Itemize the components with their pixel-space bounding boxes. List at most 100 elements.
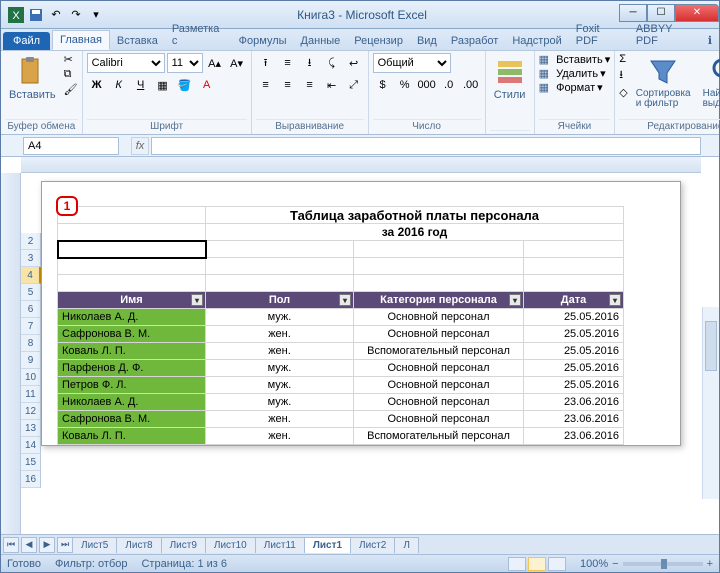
close-button[interactable]: ✕	[675, 4, 719, 22]
cell[interactable]: Категория персонала▾	[354, 292, 524, 309]
view-page-break-icon[interactable]	[548, 557, 566, 571]
cell[interactable]	[58, 258, 206, 275]
maximize-button[interactable]: ☐	[647, 4, 675, 22]
cell[interactable]: 25.05.2016	[524, 309, 624, 326]
fill-color-icon[interactable]: 🪣	[175, 75, 195, 95]
zoom-slider[interactable]	[623, 562, 703, 566]
sheet-tab[interactable]: Лист11	[255, 537, 305, 553]
filter-icon[interactable]: ▾	[339, 294, 351, 306]
filter-icon[interactable]: ▾	[609, 294, 621, 306]
view-normal-icon[interactable]	[508, 557, 526, 571]
vertical-scrollbar[interactable]	[702, 307, 719, 499]
cell[interactable]	[524, 241, 624, 258]
cell[interactable]: Николаев А. Д.	[58, 309, 206, 326]
sheet-tab[interactable]: Лист2	[350, 537, 395, 553]
zoom-control[interactable]: 100% − +	[580, 558, 713, 570]
cell[interactable]: Основной персонал	[354, 394, 524, 411]
sheet-tab[interactable]: Лист5	[72, 537, 117, 553]
ribbon-tab[interactable]: Формулы	[232, 32, 294, 50]
filter-icon[interactable]: ▾	[509, 294, 521, 306]
cell[interactable]: Пол▾	[206, 292, 354, 309]
bold-icon[interactable]: Ж	[87, 75, 107, 95]
row-header[interactable]: 13	[21, 420, 41, 437]
sheet-tab[interactable]: Лист10	[205, 537, 256, 553]
cell[interactable]: муж.	[206, 377, 354, 394]
cell[interactable]	[206, 258, 354, 275]
cell[interactable]	[524, 275, 624, 292]
cell[interactable]: Основной персонал	[354, 377, 524, 394]
find-select-button[interactable]: Найти и выделить	[699, 53, 720, 111]
cell[interactable]	[524, 258, 624, 275]
inc-decimal-icon[interactable]: .0	[439, 75, 459, 95]
currency-icon[interactable]: $	[373, 75, 393, 95]
cells-insert-button[interactable]: ▦ Вставить ▾	[539, 53, 611, 66]
grow-font-icon[interactable]: A▴	[205, 53, 225, 73]
cells-format-button[interactable]: ▦ Формат ▾	[539, 81, 603, 94]
cell[interactable]	[58, 275, 206, 292]
cell[interactable]: Вспомогательный персонал	[354, 428, 524, 445]
cell[interactable]: Коваль Л. П.	[58, 343, 206, 360]
cell[interactable]	[58, 207, 206, 224]
cell[interactable]: Основной персонал	[354, 326, 524, 343]
tab-nav-last-icon[interactable]: ⏭	[57, 537, 73, 553]
redo-icon[interactable]: ↷	[67, 6, 85, 24]
undo-icon[interactable]: ↶	[47, 6, 65, 24]
font-color-icon[interactable]: A	[197, 75, 217, 95]
align-center-icon[interactable]: ≡	[278, 75, 298, 95]
cell[interactable]	[58, 224, 206, 241]
cell[interactable]: жен.	[206, 428, 354, 445]
save-icon[interactable]	[27, 6, 45, 24]
cell[interactable]: Петров Ф. Л.	[58, 377, 206, 394]
row-header[interactable]: 10	[21, 369, 41, 386]
cell[interactable]: муж.	[206, 309, 354, 326]
row-header[interactable]: 15	[21, 454, 41, 471]
cell[interactable]: жен.	[206, 326, 354, 343]
cell[interactable]	[354, 241, 524, 258]
cell[interactable]	[206, 275, 354, 292]
zoom-out-icon[interactable]: −	[612, 558, 618, 570]
underline-icon[interactable]: Ч	[131, 75, 151, 95]
row-header[interactable]: 8	[21, 335, 41, 352]
cell[interactable]: за 2016 год	[206, 224, 624, 241]
cell[interactable]	[58, 241, 206, 258]
format-painter-icon[interactable]: 🖌	[64, 83, 78, 96]
tab-nav-prev-icon[interactable]: ◀	[21, 537, 37, 553]
cell[interactable]: Вспомогательный персонал	[354, 343, 524, 360]
ribbon-tab[interactable]: Надстрой	[505, 32, 568, 50]
row-header[interactable]: 9	[21, 352, 41, 369]
row-header[interactable]: 4	[21, 267, 41, 284]
cell[interactable]: 25.05.2016	[524, 360, 624, 377]
row-header[interactable]: 6	[21, 301, 41, 318]
align-bottom-icon[interactable]: ⭳	[300, 53, 320, 73]
cell[interactable]: 23.06.2016	[524, 394, 624, 411]
cell[interactable]: 25.05.2016	[524, 377, 624, 394]
cell[interactable]	[354, 258, 524, 275]
row-header[interactable]: 5	[21, 284, 41, 301]
styles-button[interactable]: Стили	[490, 53, 530, 103]
cell[interactable]: 23.06.2016	[524, 428, 624, 445]
cell[interactable]	[354, 275, 524, 292]
cell[interactable]: Дата▾	[524, 292, 624, 309]
dec-decimal-icon[interactable]: .00	[461, 75, 481, 95]
comma-icon[interactable]: 000	[417, 75, 437, 95]
autosum-icon[interactable]: Σ	[619, 53, 627, 65]
ribbon-tab[interactable]: Вставка	[110, 32, 165, 50]
cell[interactable]: муж.	[206, 360, 354, 377]
paste-button[interactable]: Вставить	[5, 53, 60, 103]
cell[interactable]: Николаев А. Д.	[58, 394, 206, 411]
sheet-tab[interactable]: Л	[394, 537, 419, 553]
number-format-select[interactable]: Общий	[373, 53, 451, 73]
file-tab[interactable]: Файл	[3, 32, 50, 50]
cell[interactable]: Парфенов Д. Ф.	[58, 360, 206, 377]
ribbon-tab[interactable]: Разметка с	[165, 20, 232, 50]
cell[interactable]: жен.	[206, 411, 354, 428]
row-header[interactable]: 11	[21, 386, 41, 403]
ribbon-help-icon[interactable]: ℹ	[701, 31, 719, 50]
align-left-icon[interactable]: ≡	[256, 75, 276, 95]
row-header[interactable]: 14	[21, 437, 41, 454]
indent-dec-icon[interactable]: ⇤	[322, 75, 342, 95]
cell[interactable]	[206, 241, 354, 258]
fill-icon[interactable]: ⭳	[619, 66, 627, 85]
row-header[interactable]: 2	[21, 233, 41, 250]
align-top-icon[interactable]: ⭱	[256, 53, 276, 73]
